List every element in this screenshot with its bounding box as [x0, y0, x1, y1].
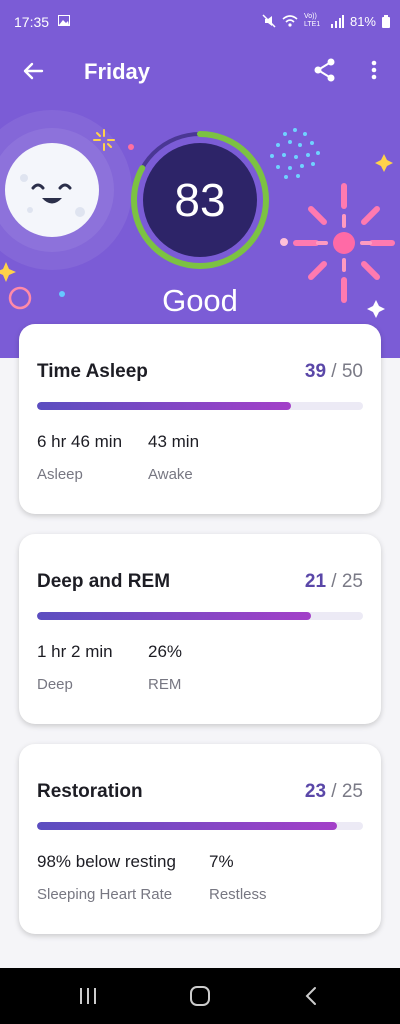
arrow-left-icon	[23, 62, 44, 80]
card-title: Time Asleep	[37, 361, 148, 382]
metric-value: 43 min	[148, 432, 200, 451]
progress-bar-fill	[37, 612, 311, 620]
card-score-value: 21	[304, 571, 327, 592]
metric-value: 7%	[209, 852, 234, 871]
metric-label: Sleeping Heart Rate	[37, 886, 173, 903]
metric-asleep: 6 hr 46 min Asleep	[37, 432, 122, 483]
battery-percent: 81%	[349, 13, 376, 29]
sleep-score: 83	[174, 174, 226, 226]
deep-and-rem-card[interactable]: Deep and REM 21 / 25 1 hr 2 min Deep 26%…	[19, 534, 381, 724]
metric-deep: 1 hr 2 min Deep	[37, 642, 113, 693]
progress-bar	[37, 822, 363, 830]
more-options-button[interactable]	[362, 55, 386, 85]
home-button[interactable]	[185, 982, 215, 1010]
gallery-icon	[58, 15, 70, 26]
progress-bar	[37, 402, 363, 410]
card-title: Restoration	[37, 781, 143, 802]
card-score-max: / 50	[331, 361, 363, 382]
recent-apps-button[interactable]	[73, 982, 103, 1010]
metric-label: Deep	[37, 676, 73, 693]
system-back-button[interactable]	[297, 982, 327, 1010]
metric-value: 6 hr 46 min	[37, 432, 123, 451]
battery-icon	[382, 14, 390, 28]
card-score-max: / 25	[331, 781, 363, 802]
metric-label: Asleep	[37, 466, 83, 483]
card-score-max: / 25	[331, 571, 363, 592]
time-asleep-card[interactable]: Time Asleep 39 / 50 6 hr 46 min Asleep 4…	[19, 324, 381, 514]
share-button[interactable]	[310, 55, 340, 85]
signal-icon	[330, 14, 344, 28]
more-vert-icon	[371, 60, 377, 80]
wifi-icon	[282, 15, 298, 27]
network-label: Vo)) LTE1	[303, 13, 321, 28]
metric-restless: 7% Restless	[209, 852, 267, 903]
metric-value: 98% below resting	[37, 852, 176, 871]
status-bar: 17:35 Vo)) LTE1 81%	[0, 0, 400, 44]
metric-sleeping-heart-rate: 98% below resting Sleeping Heart Rate	[37, 852, 176, 903]
metric-label: Awake	[148, 466, 193, 483]
metric-rem: 26% REM	[148, 642, 182, 693]
status-time: 17:35	[14, 14, 50, 30]
card-score: 21 / 25	[305, 571, 363, 593]
metric-awake: 43 min Awake	[148, 432, 199, 483]
progress-bar-fill	[37, 402, 292, 410]
hero-header: 17:35 Vo)) LTE1 81% Friday 83 Good	[0, 0, 400, 358]
chevron-left-icon	[305, 987, 316, 1005]
progress-bar-fill	[37, 822, 337, 830]
sleep-score-label: Good	[162, 283, 238, 318]
home-icon	[190, 986, 210, 1006]
card-score-value: 39	[304, 361, 327, 382]
card-score: 39 / 50	[305, 361, 363, 383]
restoration-card[interactable]: Restoration 23 / 25 98% below resting Sl…	[19, 744, 381, 934]
back-button[interactable]	[18, 56, 48, 86]
top-app-bar: Friday	[0, 50, 400, 94]
status-icons: Vo)) LTE1 81%	[262, 13, 390, 29]
card-score-value: 23	[304, 781, 327, 802]
share-icon	[314, 58, 335, 82]
metric-label: REM	[148, 676, 182, 693]
page-title: Friday	[84, 59, 151, 84]
card-title: Deep and REM	[37, 571, 171, 592]
metric-value: 26%	[148, 642, 183, 661]
progress-bar	[37, 612, 363, 620]
metric-value: 1 hr 2 min	[37, 642, 113, 661]
card-score: 23 / 25	[305, 781, 363, 803]
system-nav-bar	[0, 968, 400, 1024]
metric-label: Restless	[209, 886, 267, 903]
recent-apps-icon	[80, 988, 96, 1004]
mute-icon	[262, 14, 276, 28]
